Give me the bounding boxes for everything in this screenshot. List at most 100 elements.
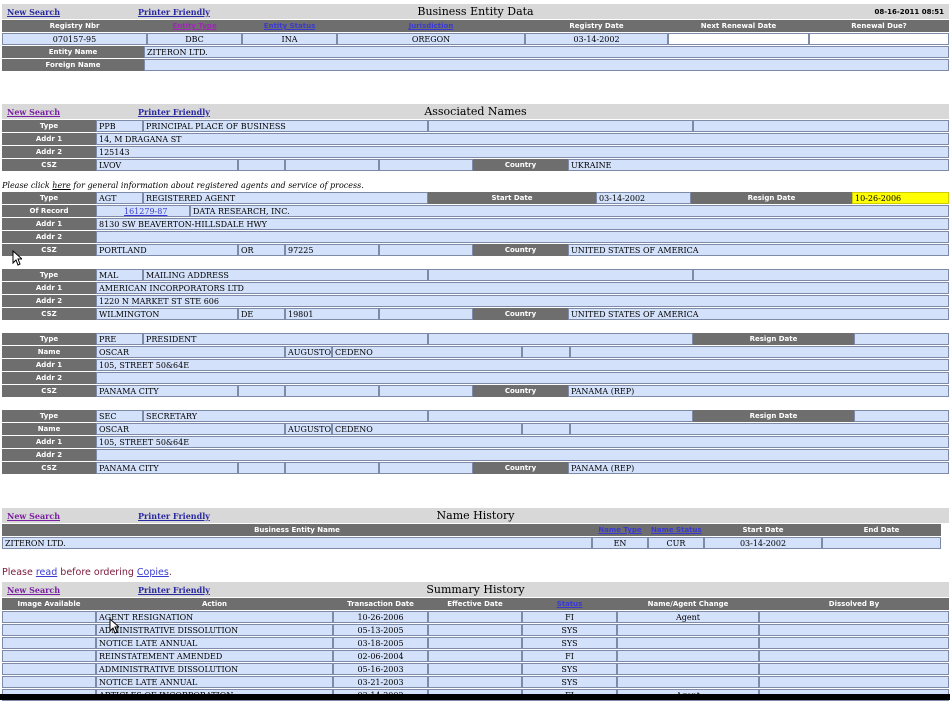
summary-dissolved-by (759, 676, 949, 688)
col-registry-nbr: Registry Nbr (2, 20, 147, 32)
bottom-border (0, 694, 950, 700)
pre-first-name: OSCAR (96, 346, 285, 358)
sec-last-name: CEDENO (332, 423, 522, 435)
col-jurisdiction[interactable]: Jurisdiction (337, 20, 525, 32)
type-label: Type (2, 269, 96, 281)
summary-row: NOTICE LATE ANNUAL 03-18-2005 SYS (2, 637, 949, 649)
col-next-renewal: Next Renewal Date (668, 20, 809, 32)
ppb-addr2: 125143 (96, 146, 949, 158)
pre-country: PANAMA (REP) (568, 385, 949, 397)
country-label: Country (473, 244, 568, 256)
assoc-section: New Search Printer Friendly Associated N… (2, 104, 949, 172)
copies-notice-middle: before ordering (57, 567, 137, 578)
agt-record-id-link[interactable]: 161279-87 (124, 207, 167, 216)
sec-desc: SECRETARY (143, 410, 428, 422)
summary-dissolved-by (759, 663, 949, 675)
summary-effective-date (428, 611, 522, 623)
agt-city: PORTLAND (96, 244, 238, 256)
summary-rows: AGENT RESIGNATION 10-26-2006 FI Agent ADMINI… (2, 611, 949, 701)
pre-city: PANAMA CITY (96, 385, 238, 397)
entity-status: INA (242, 33, 337, 45)
col-name-status[interactable]: Name Status (648, 524, 704, 536)
sec-resign-date (854, 410, 949, 422)
agt-code: AGT (96, 192, 143, 204)
summary-dissolved-by (759, 650, 949, 662)
col-entity-status[interactable]: Entity Status (242, 20, 337, 32)
type-label: Type (2, 410, 96, 422)
ppb-zip (285, 159, 379, 171)
renewal-due (809, 33, 949, 45)
copies-notice-suffix: . (168, 567, 172, 578)
summary-effective-date (428, 624, 522, 636)
sec-country: PANAMA (REP) (568, 462, 949, 474)
name-label: Name (2, 346, 96, 358)
sec-suffix (522, 423, 570, 435)
summary-transaction-date: 05-16-2003 (333, 663, 428, 675)
pre-type-row: Type PRE PRESIDENT Resign Date (2, 333, 949, 345)
of-record-label: Of Record (2, 205, 96, 217)
addr1-label: Addr 1 (2, 436, 96, 448)
summary-title-bar: New Search Printer Friendly Summary Hist… (2, 582, 949, 597)
addr2-label: Addr 2 (2, 146, 96, 158)
assoc-title-bar: New Search Printer Friendly Associated N… (2, 104, 949, 119)
resign-date-label: Resign Date (693, 333, 854, 345)
summary-header-row: Image Available Action Transaction Date … (2, 598, 949, 610)
pre-zip (285, 385, 379, 397)
summary-row: ADMINISTRATIVE DISSOLUTION 05-13-2005 SYS (2, 624, 949, 636)
col-entity-type[interactable]: Entity Type (147, 20, 242, 32)
summary-transaction-date: 03-18-2005 (333, 637, 428, 649)
sec-blank (428, 410, 693, 422)
copies-link[interactable]: Copies (137, 567, 169, 578)
col-renewal-due: Renewal Due? (809, 20, 949, 32)
copies-notice-prefix: Please (2, 567, 36, 578)
pre-last-name: CEDENO (332, 346, 522, 358)
col-name-type[interactable]: Name Type (592, 524, 648, 536)
agt-resign-date: 10-26-2006 (852, 192, 949, 204)
entity-header-row: Registry Nbr Entity Type Entity Status J… (2, 20, 949, 32)
summary-title: Summary History (426, 583, 525, 596)
mal-code: MAL (96, 269, 143, 281)
read-link[interactable]: read (36, 567, 57, 578)
entity-type: DBC (147, 33, 242, 45)
summary-dissolved-by (759, 624, 949, 636)
agt-addr1-row: Addr 1 8130 SW BEAVERTON-HILLSDALE HWY (2, 218, 949, 230)
addr1-label: Addr 1 (2, 133, 96, 145)
entity-section: New Search Printer Friendly Business Ent… (2, 4, 949, 72)
col-status[interactable]: Status (522, 598, 617, 610)
summary-action: NOTICE LATE ANNUAL (96, 676, 333, 688)
summary-row: AGENT RESIGNATION 10-26-2006 FI Agent (2, 611, 949, 623)
agent-info-link[interactable]: here (52, 181, 70, 190)
pre-middle-name: AUGUSTO (285, 346, 332, 358)
summary-image-available (2, 676, 96, 688)
agent-notice: Please click here for general informatio… (2, 181, 364, 190)
summary-section: New Search Printer Friendly Summary Hist… (2, 582, 949, 702)
pre-blank (428, 333, 693, 345)
ppb-country: UKRAINE (568, 159, 949, 171)
summary-effective-date (428, 650, 522, 662)
summary-dissolved-by (759, 611, 949, 623)
ppb-desc: PRINCIPAL PLACE OF BUSINESS (143, 120, 428, 132)
addr1-label: Addr 1 (2, 218, 96, 230)
mal-blank2 (693, 269, 949, 281)
entity-name-row: Entity Name ZITERON LTD. (2, 46, 949, 58)
nh-start-date: 03-14-2002 (704, 537, 822, 549)
country-label: Country (473, 159, 568, 171)
addr2-label: Addr 2 (2, 231, 96, 243)
col-business-entity-name: Business Entity Name (2, 524, 592, 536)
ppb-type-row: Type PPB PRINCIPAL PLACE OF BUSINESS (2, 120, 949, 132)
ppb-addr1: 14, M DRAGANA ST (96, 133, 949, 145)
summary-image-available (2, 650, 96, 662)
sec-addr2-row: Addr 2 (2, 449, 949, 461)
agt-start-date: 03-14-2002 (596, 192, 691, 204)
agt-type-row: Type AGT REGISTERED AGENT Start Date 03-… (2, 192, 949, 204)
summary-status: SYS (522, 663, 617, 675)
entity-name-label: Entity Name (2, 46, 144, 58)
sec-type-row: Type SEC SECRETARY Resign Date (2, 410, 949, 422)
type-label: Type (2, 120, 96, 132)
mal-addr2: 1220 N MARKET ST STE 606 (96, 295, 949, 307)
mal-blank (379, 308, 473, 320)
mal-blank1 (428, 269, 693, 281)
summary-action: ADMINISTRATIVE DISSOLUTION (96, 624, 333, 636)
summary-action: NOTICE LATE ANNUAL (96, 637, 333, 649)
foreign-name (144, 59, 949, 71)
